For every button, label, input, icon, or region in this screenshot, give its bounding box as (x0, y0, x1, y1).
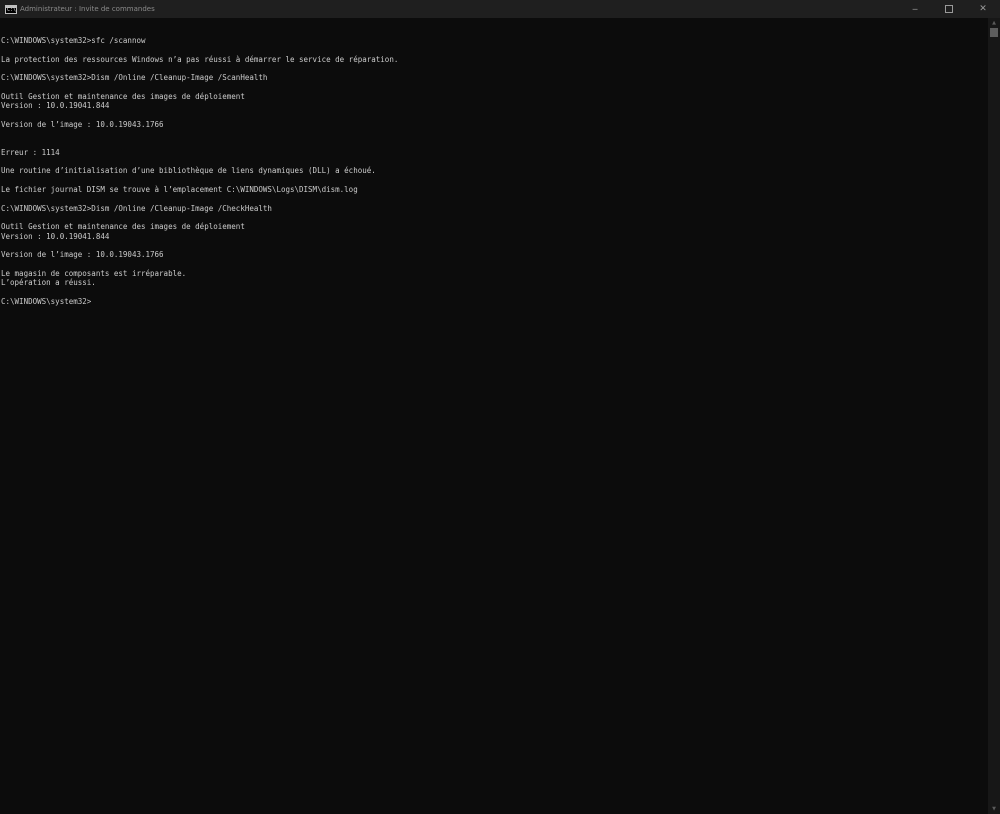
vertical-scrollbar[interactable]: ▲ ▼ (988, 18, 1000, 814)
cmd-icon-glyph: C:\ (7, 6, 17, 13)
console-line: Version : 10.0.19041.844 (1, 101, 110, 111)
window-title: Administrateur : Invite de commandes (20, 5, 155, 13)
close-icon: ✕ (979, 3, 987, 14)
scroll-up-icon[interactable]: ▲ (988, 18, 1000, 28)
close-button[interactable]: ✕ (966, 0, 1000, 18)
console-line: Erreur : 1114 (1, 147, 60, 157)
maximize-icon (945, 5, 953, 13)
console-line: Version de l’image : 10.0.19043.1766 (1, 250, 164, 260)
console-line: Le fichier journal DISM se trouve à l’em… (1, 185, 358, 195)
console-line: La protection des ressources Windows n’a… (1, 54, 399, 64)
scroll-down-icon[interactable]: ▼ (988, 804, 1000, 814)
maximize-button[interactable] (932, 0, 966, 18)
console-line: C:\WINDOWS\system32>sfc /scannow (1, 36, 146, 46)
console-line: Version : 10.0.19041.844 (1, 231, 110, 241)
cmd-icon[interactable]: C:\ (5, 4, 17, 14)
console-line: Outil Gestion et maintenance des images … (1, 92, 245, 102)
console-output[interactable]: C:\WINDOWS\system32>sfc /scannow La prote… (1, 27, 985, 306)
minimize-button[interactable]: ─ (898, 0, 932, 18)
console-line: C:\WINDOWS\system32>Dism /Online /Cleanu… (1, 73, 268, 83)
console-line: Une routine d’initialisation d’une bibli… (1, 166, 376, 176)
window-controls: ─ ✕ (898, 0, 1000, 18)
console-line: L’opération a réussi. (1, 278, 96, 288)
console-line: Le magasin de composants est irréparable… (1, 268, 187, 278)
command-prompt-window: C:\ Administrateur : Invite de commandes… (0, 0, 1000, 814)
console-line: C:\WINDOWS\system32>Dism /Online /Cleanu… (1, 203, 272, 213)
console-line: Version de l’image : 10.0.19043.1766 (1, 119, 164, 129)
minimize-icon: ─ (912, 4, 918, 14)
scroll-thumb[interactable] (990, 28, 998, 37)
console-line: C:\WINDOWS\system32> (1, 296, 92, 306)
title-bar[interactable]: C:\ Administrateur : Invite de commandes… (0, 0, 1000, 18)
console-line: Outil Gestion et maintenance des images … (1, 222, 245, 232)
